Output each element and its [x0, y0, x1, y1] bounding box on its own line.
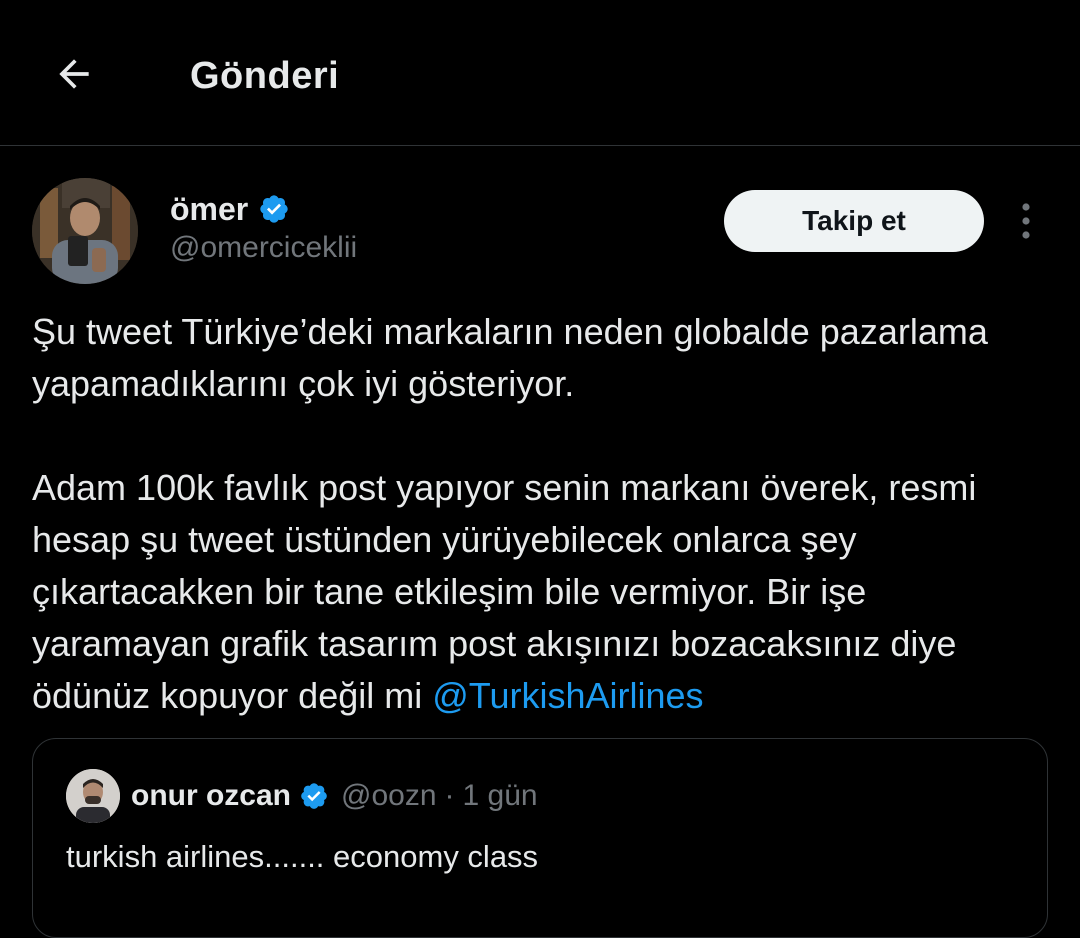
- tweet-body: Şu tweet Türkiye’deki markaların neden g…: [32, 306, 1052, 722]
- quoted-display-name[interactable]: onur ozcan: [131, 779, 291, 813]
- more-options-button[interactable]: [1004, 198, 1048, 244]
- avatar-photo: [32, 178, 138, 284]
- quoted-author-avatar[interactable]: [66, 769, 120, 823]
- author-display-name[interactable]: ömer: [170, 188, 248, 230]
- arrow-left-icon: [59, 59, 89, 89]
- quoted-avatar-photo: [66, 769, 120, 823]
- verified-badge-icon: [299, 781, 329, 811]
- page-title: Gönderi: [190, 55, 340, 97]
- top-bar: Gönderi: [0, 0, 1080, 146]
- quoted-tweet-card[interactable]: onur ozcan @oozn · 1 gün turkish airline…: [32, 738, 1048, 938]
- author-name-row: ömer: [170, 188, 290, 230]
- verified-badge-icon: [258, 193, 290, 225]
- quoted-timestamp[interactable]: 1 gün: [463, 779, 538, 813]
- tweet-paragraph-1: Şu tweet Türkiye’deki markaların neden g…: [32, 311, 988, 404]
- mention-link[interactable]: @TurkishAirlines: [432, 675, 703, 716]
- quoted-tweet-text: turkish airlines....... economy class: [66, 839, 539, 874]
- follow-button[interactable]: Takip et: [724, 190, 984, 252]
- quoted-meta-row: onur ozcan @oozn · 1 gün: [131, 775, 538, 817]
- back-button[interactable]: [44, 44, 104, 104]
- author-avatar[interactable]: [32, 178, 138, 284]
- tweet-paragraph-2: Adam 100k favlık post yapıyor senin mark…: [32, 462, 1052, 722]
- more-vertical-icon: [1022, 203, 1030, 239]
- quoted-handle[interactable]: @oozn: [341, 779, 437, 813]
- author-handle[interactable]: @omerciceklii: [170, 228, 357, 268]
- meta-separator: ·: [444, 779, 455, 812]
